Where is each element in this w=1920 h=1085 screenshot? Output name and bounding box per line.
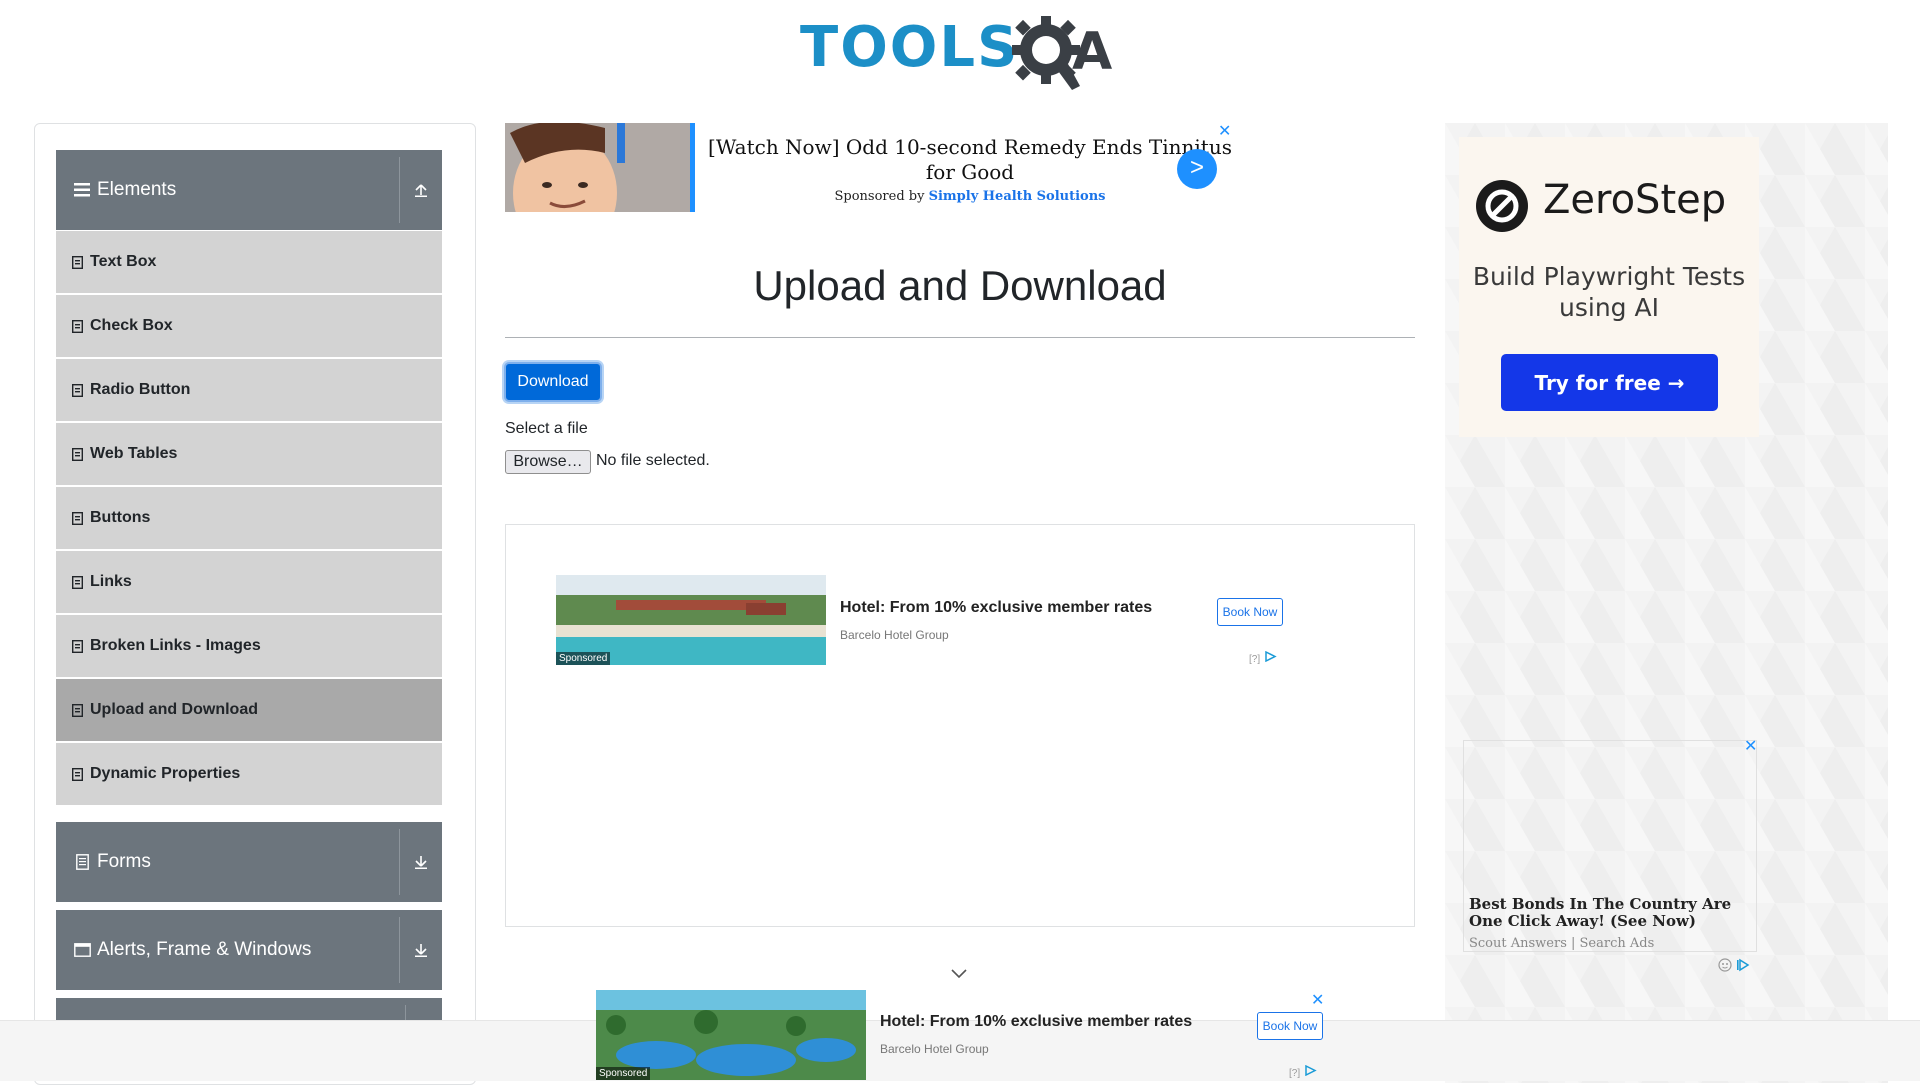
sponsored-tag: Sponsored <box>596 1067 651 1080</box>
bonds-ad-title[interactable]: Best Bonds In The Country Are One Click … <box>1469 896 1754 930</box>
menu-item-broken-links[interactable]: Broken Links - Images <box>56 615 442 677</box>
document-icon <box>72 319 84 333</box>
hotel-ad-advertiser: Barcelo Hotel Group <box>840 628 949 642</box>
bottom-hotel-ad[interactable]: Sponsored Hotel: From 10% exclusive memb… <box>596 990 1326 1080</box>
menu-item-label: Text Box <box>90 253 157 270</box>
expand-down-icon[interactable] <box>400 942 442 958</box>
document-icon <box>72 255 84 269</box>
download-button[interactable]: Download <box>504 362 602 402</box>
document-icon <box>72 575 84 589</box>
top-banner-ad[interactable]: [Watch Now] Odd 10-second Remedy Ends Ti… <box>505 123 1235 213</box>
menu-item-label: Check Box <box>90 317 173 334</box>
zerostep-logo-icon <box>1475 179 1529 238</box>
select-file-label: Select a file <box>505 420 588 437</box>
browse-button[interactable]: Browse… <box>505 450 591 474</box>
menu-item-label: Buttons <box>90 509 151 526</box>
book-now-button[interactable]: Book Now <box>1217 598 1283 626</box>
menu-item-text-box[interactable]: Text Box <box>56 231 442 293</box>
title-divider <box>505 337 1415 338</box>
document-icon <box>72 703 84 717</box>
adchoices-icon <box>1263 650 1277 665</box>
group-label: Alerts, Frame & Windows <box>97 939 312 960</box>
hamburger-icon <box>73 183 91 197</box>
zerostep-brand: ZeroStep <box>1543 177 1727 223</box>
form-icon <box>73 854 91 870</box>
sponsored-tag: Sponsored <box>556 652 611 665</box>
menu-item-check-box[interactable]: Check Box <box>56 295 442 357</box>
ad-feedback-icon[interactable] <box>1718 958 1732 977</box>
logo-a-text: A <box>1072 22 1113 82</box>
hotel-ad-title[interactable]: Hotel: From 10% exclusive member rates <box>840 599 1152 617</box>
menu-item-label: Web Tables <box>90 445 178 462</box>
document-icon <box>72 767 84 781</box>
window-icon <box>73 943 91 957</box>
hotel-ad-box[interactable]: Sponsored Hotel: From 10% exclusive memb… <box>505 524 1415 927</box>
ad-headline[interactable]: [Watch Now] Odd 10-second Remedy Ends Ti… <box>705 135 1235 185</box>
document-icon <box>72 383 84 397</box>
document-icon <box>72 511 84 525</box>
group-label: Elements <box>97 179 177 200</box>
menu-item-links[interactable]: Links <box>56 551 442 613</box>
page-title: Upload and Download <box>753 262 1167 309</box>
bonds-ad-source: Scout Answers | Search Ads <box>1469 936 1655 951</box>
ad-sponsor-line: Sponsored by Simply Health Solutions <box>705 189 1235 204</box>
chevron-down-icon[interactable] <box>951 966 967 984</box>
hotel-ad-image[interactable]: Sponsored <box>596 990 866 1080</box>
left-menu-panel: Elements Text Box Check Box Radio Button… <box>34 123 476 1085</box>
toolsqa-logo[interactable]: TOOLS A <box>800 14 1125 94</box>
group-label: Forms <box>97 851 151 872</box>
menu-item-upload-download[interactable]: Upload and Download <box>56 679 442 741</box>
menu-item-label: Links <box>90 573 132 590</box>
menu-item-buttons[interactable]: Buttons <box>56 487 442 549</box>
book-now-button[interactable]: Book Now <box>1257 1012 1323 1040</box>
group-alerts-frame-windows[interactable]: Alerts, Frame & Windows <box>56 910 442 990</box>
bonds-ad[interactable]: Best Bonds In The Country Are One Click … <box>1463 740 1757 972</box>
group-elements[interactable]: Elements <box>56 150 442 230</box>
hotel-ad-title[interactable]: Hotel: From 10% exclusive member rates <box>880 1013 1192 1031</box>
collapse-up-icon[interactable] <box>400 182 442 198</box>
menu-item-label: Upload and Download <box>90 701 258 718</box>
ad-info-link[interactable]: [?] <box>1249 650 1277 665</box>
adchoices-icon <box>1303 1064 1317 1079</box>
close-icon[interactable]: ✕ <box>1744 736 1757 756</box>
ad-sponsor-name[interactable]: Simply Health Solutions <box>929 189 1106 204</box>
no-file-status: No file selected. <box>596 452 710 469</box>
menu-item-dynamic-properties[interactable]: Dynamic Properties <box>56 743 442 805</box>
expand-down-icon[interactable] <box>400 854 442 870</box>
zerostep-ad[interactable]: ZeroStep Build Playwright Tests using AI… <box>1459 137 1759 437</box>
ad-go-button[interactable]: > <box>1177 149 1217 189</box>
adchoices-icon[interactable] <box>1736 958 1750 977</box>
hotel-ad-image[interactable]: Sponsored <box>556 575 826 665</box>
zerostep-tagline: Build Playwright Tests using AI <box>1472 262 1746 322</box>
menu-item-radio-button[interactable]: Radio Button <box>56 359 442 421</box>
try-for-free-button[interactable]: Try for free → <box>1501 354 1718 411</box>
document-icon <box>72 447 84 461</box>
menu-item-web-tables[interactable]: Web Tables <box>56 423 442 485</box>
close-icon[interactable]: ✕ <box>1218 121 1231 141</box>
menu-item-label: Broken Links - Images <box>90 637 261 654</box>
ad-info-link[interactable]: [?] <box>1289 1064 1317 1079</box>
hotel-ad-advertiser: Barcelo Hotel Group <box>880 1042 989 1056</box>
menu-item-label: Radio Button <box>90 381 191 398</box>
ad-sponsored-by: Sponsored by <box>834 189 925 204</box>
logo-tools-text: TOOLS <box>800 15 1020 80</box>
ad-info-label: [?] <box>1249 654 1261 665</box>
ad-accent-bar <box>690 123 695 212</box>
group-forms[interactable]: Forms <box>56 822 442 902</box>
document-icon <box>72 639 84 653</box>
menu-item-label: Dynamic Properties <box>90 765 241 782</box>
close-icon[interactable]: ✕ <box>1311 990 1324 1010</box>
ad-illustration-image <box>505 123 690 212</box>
ad-info-label: [?] <box>1289 1068 1301 1079</box>
